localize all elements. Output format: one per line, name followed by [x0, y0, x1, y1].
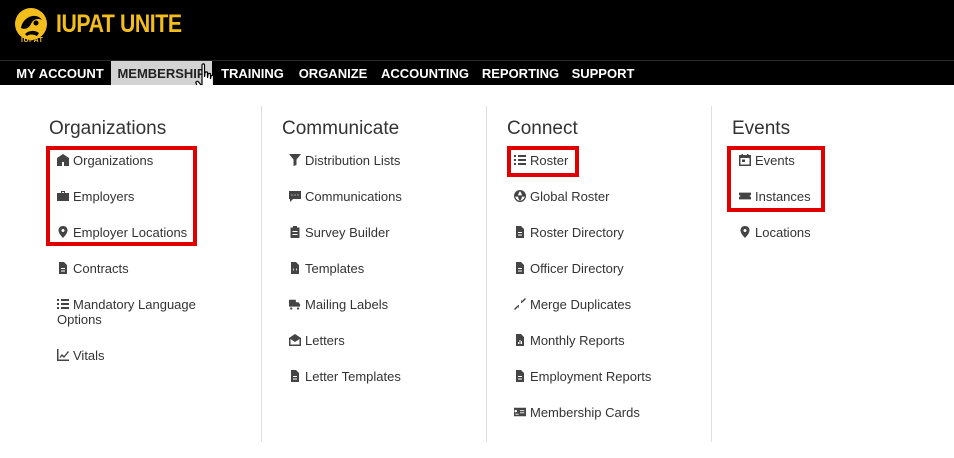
- ticket-icon: [739, 192, 751, 200]
- id-card-icon: [514, 407, 526, 417]
- menu-item-employer-locations[interactable]: Employer Locations: [57, 225, 187, 240]
- calendar-icon: [739, 154, 751, 166]
- menu-item-distribution-lists[interactable]: Distribution Lists: [289, 153, 400, 168]
- menu-item-locations[interactable]: Locations: [739, 225, 811, 240]
- menu-item-templates[interactable]: Templates: [289, 261, 364, 276]
- nav-training[interactable]: TRAINING: [214, 61, 291, 86]
- menu-item-membership-cards[interactable]: Membership Cards: [514, 405, 640, 420]
- menu-item-letter-templates[interactable]: Letter Templates: [289, 369, 401, 384]
- menu-item-survey-builder[interactable]: Survey Builder: [289, 225, 390, 240]
- nav-reporting[interactable]: REPORTING: [477, 61, 564, 86]
- file-text-icon: [291, 370, 299, 382]
- menu-item-officer-directory[interactable]: Officer Directory: [514, 261, 624, 276]
- nav-support[interactable]: SUPPORT: [566, 61, 640, 86]
- column-divider: [261, 106, 262, 442]
- menu-item-global-roster[interactable]: Global Roster: [514, 189, 609, 204]
- filter-icon: [289, 154, 301, 166]
- menu-item-monthly-reports[interactable]: Monthly Reports: [514, 333, 625, 348]
- menu-item-employers[interactable]: Employers: [57, 189, 134, 204]
- building-icon: [57, 154, 69, 166]
- menu-item-employment-reports[interactable]: Employment Reports: [514, 369, 651, 384]
- file-icon: [59, 262, 67, 274]
- column-divider: [711, 106, 712, 442]
- list-icon: [57, 299, 69, 309]
- nav-organize[interactable]: ORGANIZE: [293, 61, 373, 86]
- column-title-connect: Connect: [507, 118, 578, 139]
- file-text-icon: [516, 226, 524, 238]
- envelope-icon: [289, 334, 301, 346]
- column-divider: [486, 106, 487, 442]
- membership-dropdown-panel: [9, 85, 954, 458]
- globe-icon: [514, 190, 527, 202]
- menu-item-merge-duplicates[interactable]: Merge Duplicates: [514, 297, 631, 312]
- file-text-icon: [516, 262, 524, 274]
- main-nav: MY ACCOUNT MEMBERSHIP TRAINING ORGANIZE …: [0, 60, 954, 86]
- menu-item-contracts[interactable]: Contracts: [57, 261, 129, 276]
- column-title-events: Events: [732, 118, 791, 139]
- column-title-communicate: Communicate: [282, 118, 400, 139]
- menu-item-mailing-labels[interactable]: Mailing Labels: [289, 297, 388, 312]
- briefcase-icon: [57, 191, 69, 201]
- map-pin-icon: [740, 226, 750, 238]
- mail-truck-icon: [289, 299, 301, 310]
- column-title-organizations: Organizations: [49, 118, 167, 139]
- menu-item-communications[interactable]: Communications: [289, 189, 402, 204]
- nav-my-account[interactable]: MY ACCOUNT: [9, 61, 111, 86]
- chat-icon: [289, 191, 301, 202]
- menu-item-roster-directory[interactable]: Roster Directory: [514, 225, 624, 240]
- map-pin-icon: [58, 226, 68, 238]
- clipboard-icon: [290, 226, 300, 238]
- compress-icon: [514, 298, 526, 310]
- menu-item-instances[interactable]: Instances: [739, 189, 811, 204]
- menu-item-mandatory-language-options[interactable]: Mandatory Language Options: [57, 297, 217, 327]
- code-file-icon: [291, 262, 299, 274]
- nav-accounting[interactable]: ACCOUNTING: [376, 61, 474, 86]
- top-header: IUPAT IUPAT UNITE: [0, 0, 954, 60]
- file-text-icon: [516, 370, 524, 382]
- menu-item-events[interactable]: Events: [739, 153, 795, 168]
- brand-small-text: IUPAT: [21, 37, 44, 44]
- menu-item-roster[interactable]: Roster: [514, 153, 568, 168]
- chart-line-icon: [57, 349, 69, 361]
- menu-item-letters[interactable]: Letters: [289, 333, 345, 348]
- brand-name[interactable]: IUPAT UNITE: [56, 10, 182, 39]
- menu-item-vitals[interactable]: Vitals: [57, 348, 105, 363]
- list-icon: [514, 155, 526, 165]
- file-chart-icon: [516, 334, 524, 346]
- menu-item-organizations[interactable]: Organizations: [57, 153, 153, 168]
